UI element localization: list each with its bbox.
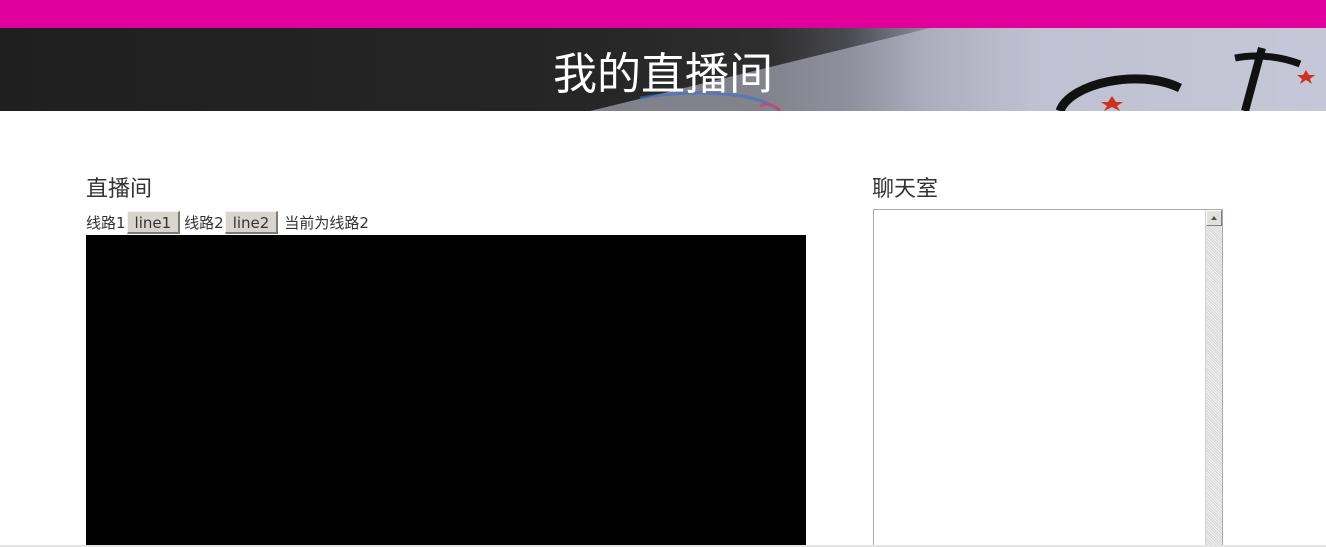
scroll-up-arrow-icon[interactable] [1206, 210, 1222, 226]
current-route-status: 当前为线路2 [284, 214, 369, 232]
header-banner: 我的直播间 [0, 28, 1326, 111]
route-selector: 线路1 line1 线路2 line2 当前为线路2 [86, 210, 369, 235]
video-player[interactable] [86, 235, 806, 547]
top-accent-bar [0, 0, 1326, 28]
page-title: 我的直播间 [553, 49, 773, 100]
chat-messages-area[interactable] [873, 209, 1223, 547]
live-room-heading: 直播间 [86, 177, 153, 202]
line1-button[interactable]: line1 [126, 211, 181, 234]
chat-scrollbar[interactable] [1205, 210, 1222, 547]
route-2-label: 线路2 [184, 214, 224, 232]
chat-room-heading: 聊天室 [872, 177, 939, 202]
route-1-label: 线路1 [86, 214, 126, 232]
line2-button[interactable]: line2 [224, 211, 279, 234]
